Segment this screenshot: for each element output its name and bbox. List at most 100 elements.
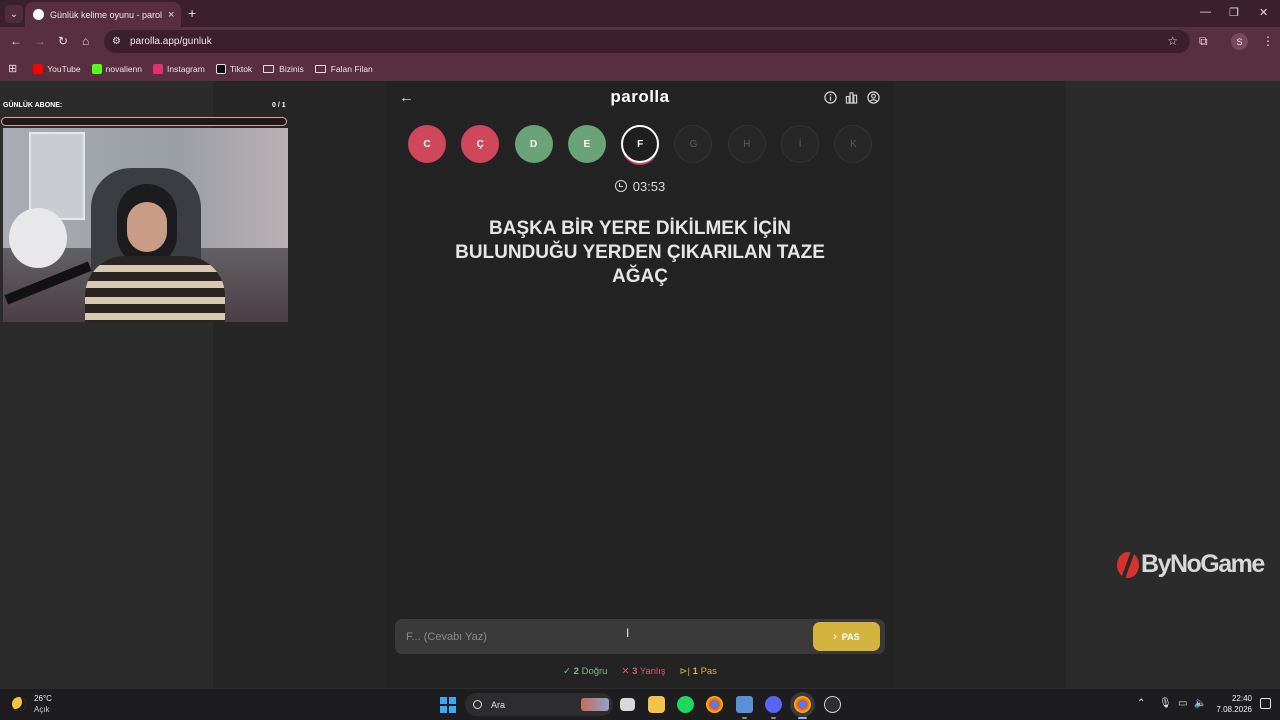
tab-close-icon[interactable]: × [168, 9, 174, 21]
answer-bar: › PAS [395, 619, 885, 654]
webcam-feed [3, 128, 288, 322]
tray-overflow-icon[interactable]: ⌃ [1137, 698, 1145, 710]
correct-count: 2 [573, 666, 579, 677]
letter-d: D [514, 125, 553, 163]
pass-stat: ⊳| 1 Pas [679, 666, 717, 677]
url-text: parolla.app/gunluk [129, 36, 212, 47]
bookmark-novalienn[interactable]: novalienn [91, 63, 142, 74]
weather-temperature: 26°C [34, 694, 52, 703]
menu-icon[interactable]: ⋮ [1262, 34, 1274, 48]
letter-c: C [408, 125, 446, 163]
watermark-text: ByNoGame [1141, 550, 1265, 578]
text-cursor-icon: I [626, 626, 630, 640]
address-bar[interactable]: ⚙ parolla.app/gunluk ☆ [104, 30, 1190, 53]
restore-icon[interactable]: ❐ [1229, 6, 1239, 19]
file-explorer-icon[interactable] [648, 696, 665, 713]
notification-icon[interactable] [1260, 698, 1271, 709]
tab-strip: ⌄ Günlük kelime oyunu - parolla × + — ❐ … [0, 0, 1280, 27]
chrome-active-icon[interactable] [794, 696, 811, 719]
answer-input[interactable] [395, 619, 805, 654]
subscriber-goal-label: GÜNLÜK ABONE: [3, 102, 63, 109]
profile-avatar[interactable]: S [1231, 33, 1248, 50]
folder-icon [263, 64, 275, 73]
bookmark-label: Tiktok [229, 63, 253, 74]
correct-stat: ✓ 2 Doğru [563, 666, 608, 677]
webcam-teddy-bear [9, 208, 67, 268]
chrome-icon[interactable] [706, 696, 723, 713]
search-label: Ara [491, 699, 506, 710]
stats-chart-icon[interactable] [845, 91, 858, 104]
pass-button[interactable]: › PAS [813, 622, 880, 651]
page-content: ← parolla C Ç D E F G H İ K 03:53 BAŞKA … [0, 81, 1280, 688]
user-profile-icon[interactable] [867, 91, 880, 104]
bookmark-instagram[interactable]: Instagram [153, 63, 205, 74]
discord-icon[interactable] [765, 696, 782, 719]
moon-weather-icon[interactable] [12, 697, 26, 711]
bynogame-logo-icon [1117, 551, 1139, 578]
bookmark-tiktok[interactable]: Tiktok [215, 63, 253, 74]
bookmark-star-icon[interactable]: ☆ [1167, 34, 1178, 48]
instagram-icon [153, 63, 164, 74]
network-app-icon[interactable] [736, 696, 753, 719]
taskbar-search[interactable]: Ara [465, 693, 613, 716]
back-icon[interactable]: ← [10, 34, 22, 48]
letter-i-dotted: İ [781, 125, 820, 163]
task-view-icon[interactable] [620, 698, 635, 711]
extensions-icon[interactable]: ⧉ [1199, 34, 1208, 48]
page-title: parolla [610, 87, 670, 106]
browser-toolbar: ← → ↻ ⌂ ⚙ parolla.app/gunluk ☆ ⧉ ⋮ [0, 27, 1280, 56]
bookmark-label: YouTube [47, 63, 81, 74]
letter-e: E [567, 125, 606, 163]
bookmark-label: Bizinis [279, 63, 304, 74]
wrong-label: Yanlış [639, 666, 666, 677]
wrong-count: 3 [632, 666, 638, 677]
pass-button-label: PAS [841, 631, 860, 642]
subscriber-goal-progress [1, 117, 287, 126]
right-gutter [1066, 81, 1280, 688]
chevron-right-icon: › [833, 631, 837, 642]
search-icon [473, 700, 482, 709]
letter-g: G [674, 125, 713, 163]
forward-icon[interactable]: → [34, 34, 46, 48]
start-menu-icon[interactable] [440, 697, 456, 713]
weather-condition: Açık [34, 705, 50, 714]
site-info-icon[interactable]: ⚙ [112, 36, 121, 47]
score-summary: ✓ 2 Doğru ✕ 3 Yanlış ⊳| 1 Pas [386, 666, 894, 677]
minimize-icon[interactable]: — [1200, 6, 1211, 18]
apps-grid-icon[interactable]: ⊞ [8, 62, 17, 75]
webcam-window [29, 132, 85, 220]
webcam-streamer-sweater [85, 256, 225, 322]
letter-f-current: F [621, 125, 660, 163]
letter-row: C Ç D E F G H İ K [408, 125, 888, 163]
spotify-icon[interactable] [677, 696, 694, 713]
tab-title: Günlük kelime oyunu - parolla [50, 9, 162, 20]
active-tab[interactable]: Günlük kelime oyunu - parolla × [25, 2, 181, 27]
obs-icon[interactable] [824, 696, 841, 713]
new-tab-button[interactable]: + [188, 5, 196, 21]
letter-c-cedilla: Ç [461, 125, 500, 163]
home-icon[interactable]: ⌂ [82, 34, 89, 48]
pass-label: Pas [700, 666, 717, 677]
letter-k: K [834, 125, 873, 163]
reload-icon[interactable]: ↻ [58, 34, 68, 48]
folder-icon [314, 64, 326, 73]
question-text: BAŞKA BİR YERE DİKİLMEK İÇİN BULUNDUĞU Y… [455, 218, 825, 287]
tab-search-button[interactable]: ⌄ [5, 5, 23, 23]
webcam-streamer-face [127, 202, 167, 252]
clock-date[interactable]: 7.08.2026 [1212, 705, 1252, 714]
parolla-favicon-icon [33, 9, 44, 20]
clock-icon [614, 180, 627, 192]
bookmark-folder-falan-filan[interactable]: Falan Filan [314, 63, 373, 74]
info-icon[interactable] [824, 91, 837, 104]
volume-icon[interactable]: 🔈 [1194, 698, 1206, 710]
bookmark-label: Falan Filan [330, 63, 373, 74]
bookmark-folder-bizinis[interactable]: Bizinis [263, 64, 304, 74]
microphone-icon[interactable]: 🎙 [1159, 698, 1172, 710]
youtube-icon [33, 63, 44, 74]
network-icon[interactable]: ▭ [1178, 698, 1187, 710]
subscriber-goal-count: 0 / 1 [272, 102, 286, 109]
bookmark-youtube[interactable]: YouTube [33, 63, 81, 74]
clock-time[interactable]: 22:40 [1212, 694, 1252, 703]
window-close-icon[interactable]: ✕ [1259, 6, 1268, 19]
kick-icon [91, 63, 102, 74]
